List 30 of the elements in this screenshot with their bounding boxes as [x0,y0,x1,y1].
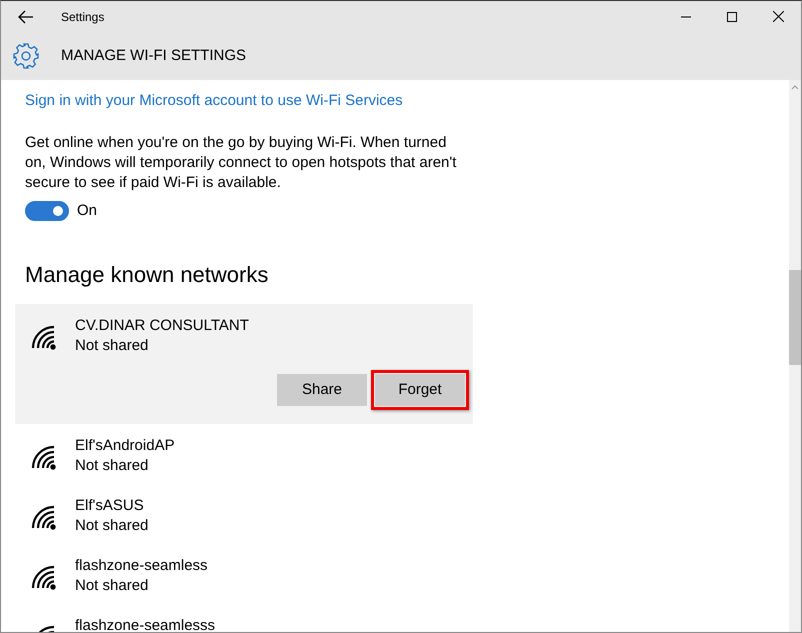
toggle-label: On [77,200,98,220]
network-action-button[interactable]: Forget [375,374,465,406]
network-item[interactable]: Elf'sASUS Not shared [15,484,473,544]
page-title: MANAGE WI-FI SETTINGS [61,46,246,66]
network-action-button[interactable]: Share [277,374,367,406]
network-name: Elf'sAndroidAP [75,436,175,456]
network-name: Elf'sASUS [75,496,145,516]
settings-icon [13,43,39,69]
description-text: Get online when you're on the go by buying Wi-Fi. When turned on, Windows will temporarily connect to open hotspots that aren't secure to see if paid Wi-Fi is available. [25,132,458,192]
section-heading: Manage known networks [25,262,270,288]
network-name: flashzone-seamless [75,556,208,576]
maximize-icon [727,12,737,22]
network-status: Not shared [75,576,150,596]
back-icon[interactable] [18,10,34,24]
network-status: Not shared [75,336,150,356]
close-icon [772,11,784,22]
network-status: Not shared [75,456,150,476]
scroll-up-icon[interactable] [791,84,799,90]
sign-in-link[interactable]: Sign in with your Microsoft account to use Wi-Fi Services [25,90,403,112]
scroll-thumb[interactable] [789,270,801,365]
network-item[interactable]: Elf'sAndroidAP Not shared [15,424,473,484]
toggle-switch[interactable] [25,200,69,221]
network-name: flashzone-seamlesss [75,616,216,632]
network-name: CV.DINAR CONSULTANT [75,316,249,336]
network-item[interactable]: flashzone-seamlesss [15,604,473,632]
network-item[interactable]: CV.DINAR CONSULTANT Not shared Share Forget [15,304,473,424]
network-status: Not shared [75,516,148,536]
window-title: Settings [61,8,104,26]
scrollbar[interactable] [789,80,801,632]
network-item[interactable]: flashzone-seamless Not shared [15,544,473,604]
